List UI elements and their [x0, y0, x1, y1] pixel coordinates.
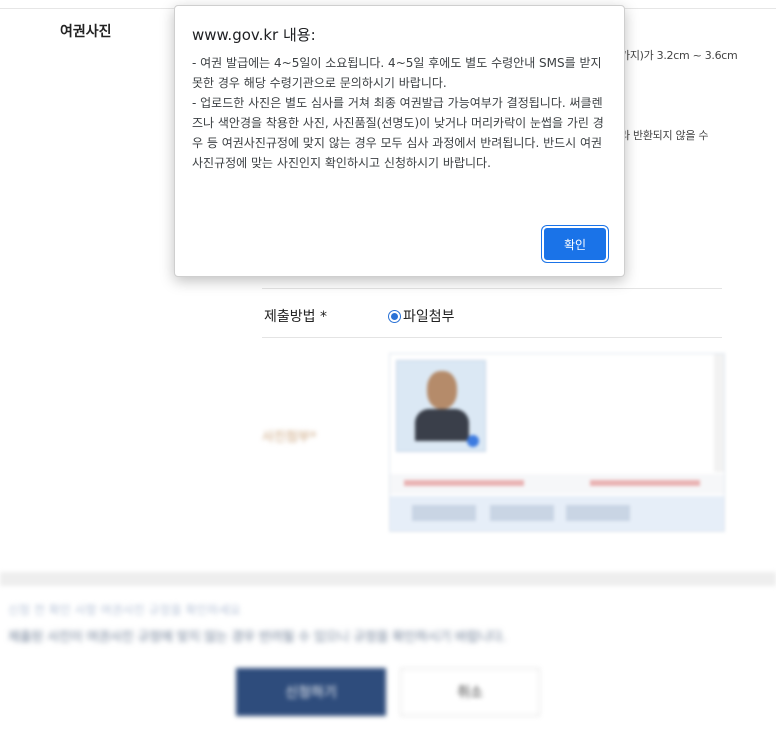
notice-heading: 신청 전 확인 사항 여권사진 규정을 확인하세요	[8, 603, 241, 617]
upload-status-bar	[390, 474, 724, 494]
photo-warning-text: 라 반환되지 않을 수	[620, 129, 709, 142]
dialog-message-line: - 업로드한 사진은 별도 심사를 거쳐 최종 여권발급 가능여부가 결정됩니다…	[192, 96, 604, 170]
ok-button[interactable]: 확인	[544, 228, 606, 260]
cancel-button[interactable]: 취소	[400, 668, 540, 716]
section-separator	[0, 572, 776, 586]
row-divider	[262, 288, 722, 289]
file-attach-radio[interactable]: 파일첨부	[388, 306, 455, 326]
alert-dialog: www.gov.kr 내용: - 여권 발급에는 4~5일이 소요됩니다. 4~…	[174, 5, 625, 277]
status-text	[404, 480, 524, 486]
radio-selected-icon[interactable]	[388, 309, 401, 323]
add-file-button[interactable]	[412, 505, 476, 521]
check-badge-icon	[467, 435, 479, 447]
notice-text: 제출된 사진이 여권사진 규정에 맞지 않는 경우 반려될 수 있으니 규정을 …	[8, 630, 507, 645]
face-image	[427, 371, 457, 409]
dialog-message-line: - 여권 발급에는 4~5일이 소요됩니다. 4~5일 후에도 별도 수령안내 …	[192, 56, 602, 90]
remove-file-button[interactable]	[490, 505, 554, 521]
photo-thumbnail[interactable]	[396, 360, 486, 452]
submission-method-label: 제출방법 *	[264, 309, 327, 325]
shirt-image	[415, 409, 469, 441]
status-text	[590, 480, 700, 486]
passport-application-page: 여권사진 가지)가 3.2cm ~ 3.6cm 라 반환되지 않을 수 제출방법…	[0, 0, 776, 735]
scrollbar[interactable]	[714, 354, 724, 472]
section-title: 여권사진	[60, 24, 112, 40]
row-divider	[262, 337, 722, 338]
upload-button-bar	[390, 496, 724, 531]
photo-upload-box[interactable]	[389, 353, 725, 532]
submit-button[interactable]: 신청하기	[236, 668, 386, 716]
dialog-message: - 여권 발급에는 4~5일이 소요됩니다. 4~5일 후에도 별도 수령안내 …	[192, 53, 607, 173]
file-attach-label: 파일첨부	[403, 309, 455, 325]
photo-attach-label: 사진첨부*	[262, 430, 317, 445]
photo-guide-text: 가지)가 3.2cm ~ 3.6cm	[620, 49, 738, 62]
remove-all-button[interactable]	[566, 505, 630, 521]
dialog-title: www.gov.kr 내용:	[192, 26, 316, 44]
upload-file-list	[390, 354, 712, 472]
